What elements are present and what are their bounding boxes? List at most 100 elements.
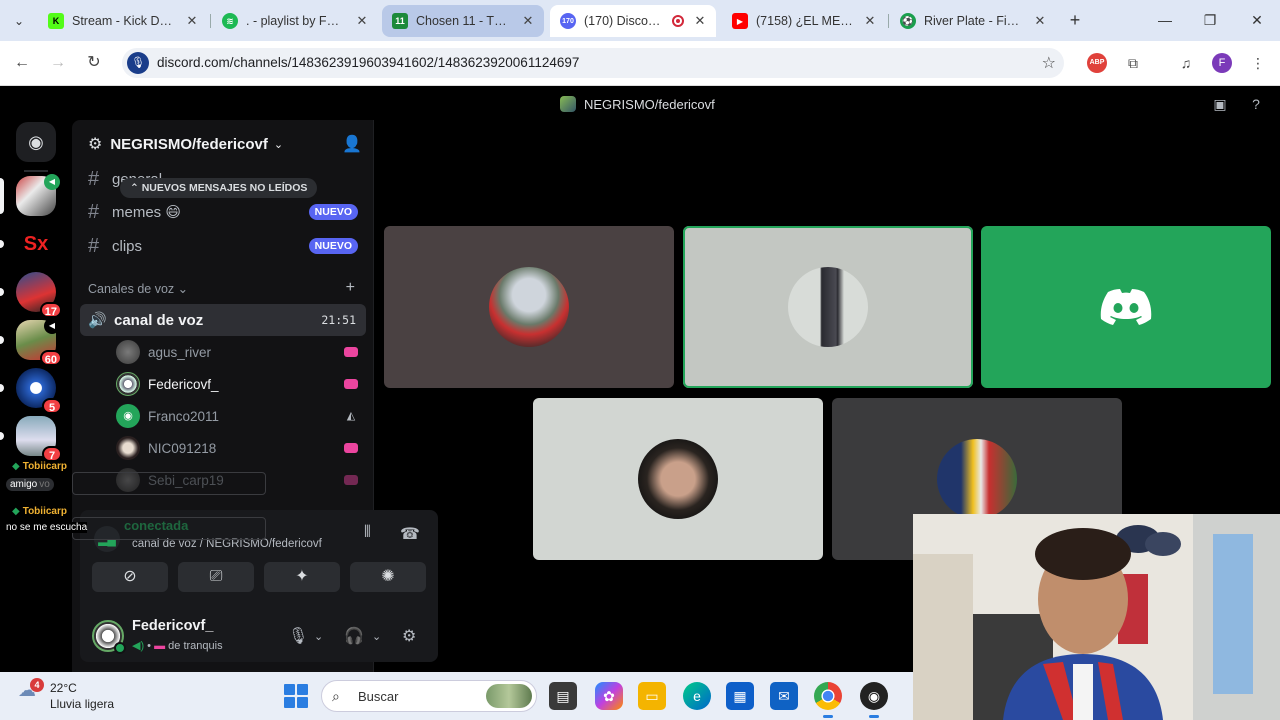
new-tab-button[interactable]: + <box>1065 10 1085 30</box>
disconnect-icon[interactable]: ☎ <box>400 524 420 544</box>
reload-icon[interactable]: ↻ <box>84 53 104 73</box>
headphones-icon[interactable]: 🎧 <box>344 626 364 646</box>
invite-member-icon[interactable]: 👤 <box>342 134 362 154</box>
activities-button[interactable]: ✦ <box>264 562 340 592</box>
obs-icon[interactable]: ◉ <box>860 682 888 718</box>
bookmark-star-icon[interactable]: ☆ <box>1042 53 1056 73</box>
chrome-icon[interactable] <box>814 682 842 718</box>
playstation-icon: ◭ <box>346 410 356 422</box>
noise-suppression-icon[interactable]: ⫴ <box>364 524 371 542</box>
tab-title: River Plate - Fixtur <box>924 14 1024 28</box>
close-window-icon[interactable]: ✕ <box>1247 10 1267 30</box>
adblock-icon[interactable]: ABP <box>1087 53 1107 73</box>
overlay-message: amigo vo <box>6 478 54 491</box>
category-label: Canales de voz <box>88 282 175 296</box>
server-icon <box>560 96 576 112</box>
server-header[interactable]: ⚙ NEGRISMO/federicovf ⌄ 👤 <box>72 120 374 168</box>
tab-river[interactable]: ⚽ River Plate - Fixtur ✕ <box>890 5 1056 37</box>
tab-kick[interactable]: K Stream - Kick Dash ✕ <box>38 5 208 37</box>
close-icon[interactable]: ✕ <box>520 13 536 29</box>
extensions-icon[interactable]: ⧉ <box>1123 53 1143 73</box>
close-icon[interactable]: ✕ <box>354 13 370 29</box>
avatar <box>116 436 140 460</box>
file-explorer-icon[interactable]: ▭ <box>638 682 666 710</box>
close-icon[interactable]: ✕ <box>1032 13 1048 29</box>
soundboard-icon: ✺ <box>381 568 395 585</box>
channel-clips[interactable]: # clips NUEVO <box>80 231 366 261</box>
new-messages-pill[interactable]: ⌃ NUEVOS MENSAJES NO LEÍDOS <box>120 178 318 198</box>
participant-avatar <box>489 267 569 347</box>
gem-icon: ◆ <box>12 506 20 517</box>
back-icon[interactable]: ← <box>12 53 32 73</box>
camera-off-button[interactable]: ⊘ <box>92 562 168 592</box>
media-control-icon[interactable]: ♫ <box>1176 53 1196 73</box>
camera-off-icon: ⊘ <box>123 568 137 585</box>
rocket-icon: ✦ <box>295 568 309 585</box>
chevron-down-icon[interactable]: ⌄ <box>372 630 381 643</box>
profile-avatar[interactable]: F <box>1212 53 1232 73</box>
screen-share-button[interactable]: ⎚ <box>178 562 254 592</box>
server-3[interactable]: 17 <box>16 272 62 318</box>
taskbar-search[interactable]: ⌕ Buscar <box>321 680 537 712</box>
microphone-icon[interactable]: 🎙 <box>288 626 308 646</box>
mention-badge: 17 <box>39 302 62 318</box>
weather-widget[interactable]: ☁ 4 22°C Lluvia ligera <box>18 678 114 712</box>
overlay-name-text: Tobiicarp <box>22 506 67 517</box>
activity-icon <box>344 443 358 453</box>
help-icon[interactable]: ? <box>1247 95 1265 113</box>
new-badge: NUEVO <box>308 204 358 220</box>
menu-icon[interactable]: ⋮ <box>1248 53 1268 73</box>
tab-youtube[interactable]: ▶ (7158) ¿EL MEJOR ✕ <box>722 5 886 37</box>
tab-spotify[interactable]: ≋ . - playlist by Fede ✕ <box>212 5 378 37</box>
voice-user[interactable]: Federicovf_ <box>116 369 366 399</box>
soundboard-button[interactable]: ✺ <box>350 562 426 592</box>
close-icon[interactable]: ✕ <box>862 13 878 29</box>
search-icon: ⌕ <box>332 688 340 704</box>
add-channel-icon[interactable]: + <box>346 279 355 297</box>
screen-share-icon: ⎚ <box>209 568 223 585</box>
participant-tile[interactable] <box>981 226 1271 388</box>
new-messages-label: NUEVOS MENSAJES NO LEÍDOS <box>141 182 308 194</box>
outlook-icon[interactable]: ✉ <box>770 682 798 710</box>
user-status-text: de tranquis <box>168 640 223 652</box>
copilot-icon[interactable]: ✿ <box>595 682 623 710</box>
username: Franco2011 <box>148 408 220 424</box>
address-bar[interactable]: 🎙 discord.com/channels/14836239196039416… <box>122 48 1064 78</box>
close-icon[interactable]: ✕ <box>692 13 708 29</box>
server-negrismo[interactable]: ◀ <box>16 174 60 216</box>
tab-chosen11[interactable]: 11 Chosen 11 - The B ✕ <box>382 5 544 37</box>
participant-tile[interactable] <box>683 226 973 388</box>
forward-icon[interactable]: → <box>48 53 68 73</box>
minimize-icon[interactable]: — <box>1155 10 1175 30</box>
user-settings-icon[interactable]: ⚙ <box>402 626 416 646</box>
youtube-icon: ▶ <box>732 13 748 29</box>
mention-badge: 60 <box>39 350 62 366</box>
voice-user[interactable]: ◉ Franco2011 ◭ <box>116 401 366 431</box>
edge-icon[interactable]: e <box>683 682 711 710</box>
windows-start-icon[interactable] <box>284 684 308 708</box>
task-view-icon[interactable]: ▤ <box>549 682 577 710</box>
participant-tile[interactable] <box>384 226 674 388</box>
close-icon[interactable]: ✕ <box>184 13 200 29</box>
voice-channel[interactable]: 🔊 canal de voz 21:51 <box>80 304 366 336</box>
store-icon[interactable]: ▦ <box>726 682 754 710</box>
chevron-down-icon[interactable]: ⌄ <box>314 630 323 643</box>
unread-indicator <box>0 384 4 392</box>
server-4[interactable]: ◀ 60 <box>16 318 62 366</box>
tab-discord[interactable]: 170 (170) Discord | ✕ <box>550 5 716 37</box>
participant-tile[interactable] <box>533 398 823 560</box>
tab-search-icon[interactable]: ⌄ <box>10 12 28 30</box>
window-title: NEGRISMO/federicovf <box>560 96 715 112</box>
server-5[interactable]: 5 <box>16 368 62 414</box>
microphone-icon[interactable]: 🎙 <box>127 52 149 74</box>
hash-icon: # <box>88 234 100 257</box>
inbox-icon[interactable]: ▣ <box>1211 95 1229 113</box>
discord-home-icon[interactable]: ◉ <box>16 122 56 162</box>
channel-memes[interactable]: # memes 😄 NUEVO <box>80 197 366 227</box>
server-sx[interactable]: Sx <box>16 224 56 264</box>
voice-user[interactable]: NIC091218 <box>116 433 366 463</box>
restore-icon[interactable]: ❐ <box>1200 10 1220 30</box>
voice-user[interactable]: agus_river <box>116 337 366 367</box>
voice-category[interactable]: Canales de voz ⌄ <box>88 281 188 296</box>
server-6[interactable]: 7 <box>16 416 62 462</box>
